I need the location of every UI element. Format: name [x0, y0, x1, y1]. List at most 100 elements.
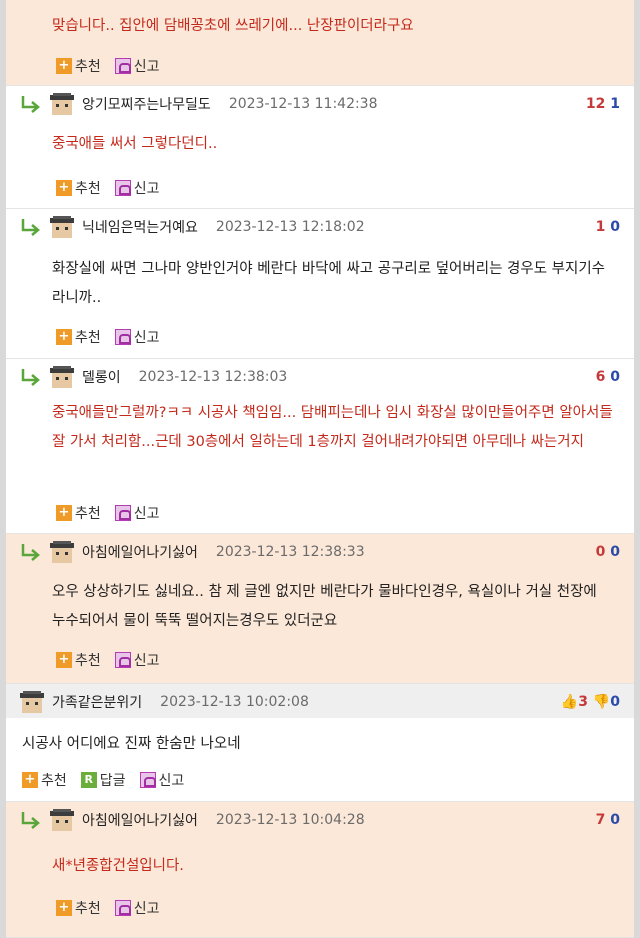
reply-arrow-icon — [21, 96, 40, 113]
recommend-button[interactable]: + 추천 — [56, 650, 101, 670]
upvote-count: 6 — [595, 369, 606, 385]
reply-icon: R — [80, 772, 97, 788]
plus-icon: + — [22, 772, 38, 788]
vote-counts: 👍3 👎0 — [561, 694, 620, 710]
comment-header: 델롱이 2023-12-13 12:38:03 6 0 — [20, 363, 620, 391]
avatar — [50, 366, 74, 388]
siren-icon — [139, 772, 156, 788]
siren-icon — [114, 180, 131, 196]
comment-header: 가족같은분위기 2023-12-13 10:02:08 👍3 👎0 — [18, 688, 620, 716]
downvote-count: 0 — [610, 219, 620, 235]
comment-header: 아침에일어나기싫어 2023-12-13 12:38:33 0 0 — [20, 538, 620, 566]
comment-actions: + 추천 R 답글 신고 — [22, 770, 184, 790]
report-button[interactable]: 신고 — [114, 898, 160, 918]
comment-item: 델롱이 2023-12-13 12:38:03 6 0 중국애들만그럴까?ㅋㅋ … — [6, 359, 634, 534]
comment-author[interactable]: 델롱이 — [82, 367, 121, 387]
comment-author[interactable]: 아침에일어나기싫어 — [82, 810, 198, 830]
upvote-count: 7 — [595, 812, 606, 828]
recommend-button[interactable]: + 추천 — [56, 503, 101, 523]
reply-arrow-icon — [21, 544, 40, 561]
comment-actions: + 추천 신고 — [56, 503, 160, 523]
upvote-count: 12 — [585, 96, 606, 112]
vote-counts: 6 0 — [596, 369, 620, 385]
comment-body: 새*년종합건설입니다. — [52, 858, 184, 874]
avatar — [50, 809, 74, 831]
plus-icon: + — [56, 58, 72, 74]
comment-date: 2023-12-13 10:04:28 — [215, 812, 365, 828]
comment-actions: + 추천 신고 — [56, 650, 160, 670]
plus-icon: + — [56, 900, 72, 916]
comment-header: 앙기모찌주는나무딜도 2023-12-13 11:42:38 12 1 — [20, 90, 620, 118]
avatar — [50, 93, 74, 115]
comment-item: 닉네임은먹는거예요 2023-12-13 12:18:02 1 0 화장실에 싸… — [6, 209, 634, 359]
avatar — [50, 216, 74, 238]
upvote-count: 0 — [595, 544, 606, 560]
comment-list: 맞습니다.. 집안에 담배꽁초에 쓰레기에... 난장판이더라구요 + 추천 신고… — [6, 0, 634, 938]
reply-arrow-icon — [21, 369, 40, 386]
report-button[interactable]: 신고 — [114, 178, 160, 198]
comment-author[interactable]: 아침에일어나기싫어 — [82, 542, 198, 562]
avatar — [50, 541, 74, 563]
vote-counts: 1 0 — [596, 219, 620, 235]
plus-icon: + — [56, 652, 72, 668]
comment-author[interactable]: 닉네임은먹는거예요 — [82, 217, 198, 237]
recommend-button[interactable]: + 추천 — [56, 898, 101, 918]
thumbs-up-icon[interactable]: 👍 — [561, 694, 578, 710]
plus-icon: + — [56, 329, 72, 345]
plus-icon: + — [56, 180, 72, 196]
report-button[interactable]: 신고 — [139, 770, 184, 790]
comment-body: 오우 상상하기도 싫네요.. 참 제 글엔 없지만 베란다가 물바다인경우, 욕… — [52, 584, 597, 629]
comment-date: 2023-12-13 12:18:02 — [215, 219, 365, 235]
downvote-count: 0 — [610, 369, 620, 385]
comment-body: 중국애들만그럴까?ㅋㅋ 시공사 책임임... 담배피는데나 임시 화장실 많이만… — [52, 405, 613, 450]
upvote-count: 3 — [578, 694, 588, 710]
recommend-button[interactable]: + 추천 — [56, 327, 101, 347]
comment-actions: + 추천 신고 — [56, 327, 160, 347]
comment-date: 2023-12-13 10:02:08 — [160, 694, 309, 710]
comment-actions: + 추천 신고 — [56, 56, 160, 76]
comment-date: 2023-12-13 12:38:03 — [138, 369, 288, 385]
downvote-count: 0 — [610, 812, 620, 828]
downvote-count: 0 — [610, 544, 620, 560]
siren-icon — [114, 329, 131, 345]
comment-date: 2023-12-13 12:38:33 — [215, 544, 365, 560]
report-button[interactable]: 신고 — [114, 650, 160, 670]
vote-counts: 0 0 — [596, 544, 620, 560]
report-button[interactable]: 신고 — [114, 327, 160, 347]
siren-icon — [114, 652, 131, 668]
comment-date: 2023-12-13 11:42:38 — [228, 96, 378, 112]
reply-arrow-icon — [21, 219, 40, 236]
comment-item: 아침에일어나기싫어 2023-12-13 10:04:28 7 0 새*년종합건… — [6, 802, 634, 938]
vote-counts: 7 0 — [596, 812, 620, 828]
siren-icon — [114, 505, 131, 521]
siren-icon — [114, 58, 131, 74]
comment-actions: + 추천 신고 — [56, 178, 160, 198]
comment-author[interactable]: 가족같은분위기 — [52, 692, 142, 712]
vote-counts: 12 1 — [586, 96, 620, 112]
avatar — [20, 691, 44, 713]
comment-body: 시공사 어디에요 진짜 한숨만 나오네 — [22, 736, 241, 752]
comment-actions: + 추천 신고 — [56, 898, 160, 918]
comment-item: 맞습니다.. 집안에 담배꽁초에 쓰레기에... 난장판이더라구요 + 추천 신고 — [6, 0, 634, 86]
downvote-count: 0 — [610, 694, 620, 710]
report-button[interactable]: 신고 — [114, 503, 160, 523]
upvote-count: 1 — [595, 219, 606, 235]
siren-icon — [114, 900, 131, 916]
comment-body: 화장실에 싸면 그나마 양반인거야 베란다 바닥에 싸고 공구리로 덮어버리는 … — [52, 261, 606, 306]
recommend-button[interactable]: + 추천 — [56, 178, 101, 198]
comment-header: 아침에일어나기싫어 2023-12-13 10:04:28 7 0 — [20, 806, 620, 834]
comment-header: 닉네임은먹는거예요 2023-12-13 12:18:02 1 0 — [20, 213, 620, 241]
reply-button[interactable]: R 답글 — [80, 770, 126, 790]
downvote-count: 1 — [610, 96, 620, 112]
comment-body: 중국애들 써서 그렇다던디.. — [52, 136, 218, 152]
plus-icon: + — [56, 505, 72, 521]
comment-item: 가족같은분위기 2023-12-13 10:02:08 👍3 👎0 시공사 어디… — [6, 684, 634, 802]
reply-arrow-icon — [21, 812, 40, 829]
thumbs-down-icon[interactable]: 👎 — [593, 694, 610, 710]
report-button[interactable]: 신고 — [114, 56, 160, 76]
recommend-button[interactable]: + 추천 — [56, 56, 101, 76]
comment-item: 아침에일어나기싫어 2023-12-13 12:38:33 0 0 오우 상상하… — [6, 534, 634, 684]
comment-author[interactable]: 앙기모찌주는나무딜도 — [82, 94, 211, 114]
comment-body: 맞습니다.. 집안에 담배꽁초에 쓰레기에... 난장판이더라구요 — [52, 18, 414, 34]
recommend-button[interactable]: + 추천 — [22, 770, 67, 790]
